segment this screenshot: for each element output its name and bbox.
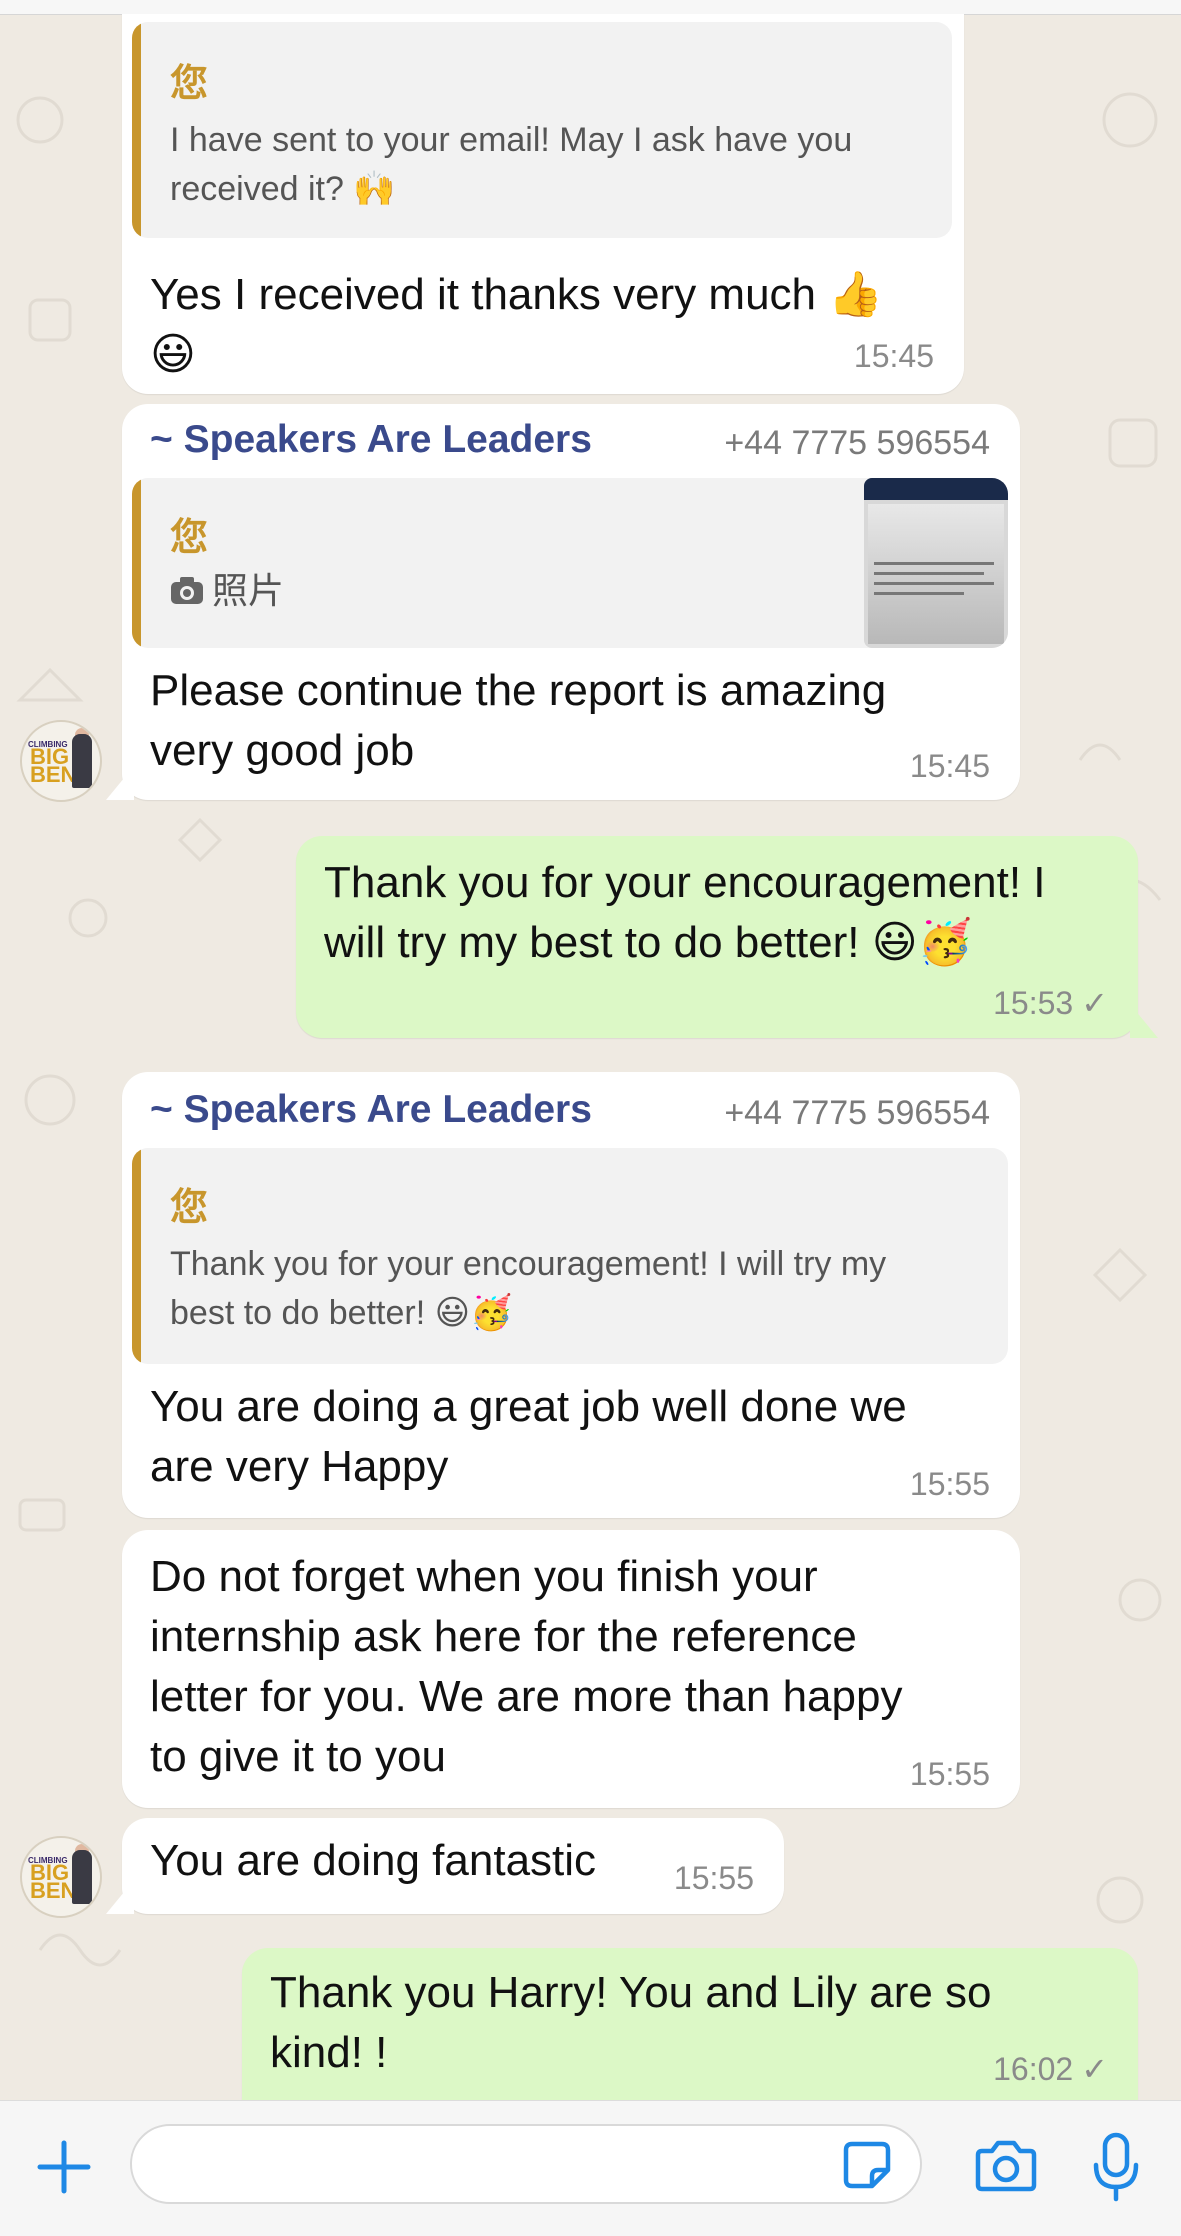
message-bubble-outgoing[interactable]: Thank you Harry! You and Lily are so kin…	[242, 1948, 1138, 2100]
sender-name[interactable]: ~ Speakers Are Leaders	[150, 1088, 592, 1132]
quoted-message[interactable]: 您 照片	[132, 478, 1008, 648]
message-text-line: to give it to you	[150, 1732, 446, 1781]
message-text-line: very good job	[150, 726, 415, 775]
quote-accent-bar	[132, 478, 141, 648]
bubble-tail	[1130, 1004, 1158, 1038]
message-bubble-incoming[interactable]: You are doing fantastic 15:55	[122, 1818, 784, 1914]
avatar-person-body	[72, 734, 92, 788]
header-edge	[0, 0, 1181, 15]
avatar-person-body	[72, 1850, 92, 1904]
camera-icon	[171, 577, 203, 604]
quote-text-line: best to do better! 😃🥳	[170, 1294, 513, 1332]
message-bubble-incoming[interactable]: Do not forget when you finish your inter…	[122, 1530, 1020, 1808]
avatar[interactable]: CLIMBING BIG BEN	[20, 1836, 102, 1918]
message-text-line: Do not forget when you finish your	[150, 1552, 818, 1601]
message-bubble-outgoing[interactable]: Thank you for your encouragement! I will…	[296, 836, 1138, 1038]
message-text-line: letter for you. We are more than happy	[150, 1672, 903, 1721]
message-text-line: Please continue the report is amazing	[150, 666, 887, 715]
quote-author: 您	[170, 1187, 209, 1229]
quote-text-line: received it? 🙌	[170, 170, 396, 208]
sender-phone: +44 7775 596554	[724, 424, 990, 462]
sent-check-icon: ✓	[1081, 2051, 1108, 2087]
quote-text-line: Thank you for your encouragement! I will…	[170, 1245, 887, 1283]
message-time: 15:55	[909, 1756, 990, 1792]
message-text-line: will try my best to do better! 😃🥳	[324, 918, 973, 967]
quote-media-label: 照片	[212, 570, 285, 611]
message-time: 15:45	[853, 338, 934, 374]
quote-text-line: I have sent to your email! May I ask hav…	[170, 121, 853, 159]
sent-check-icon: ✓	[1081, 985, 1108, 1021]
avatar-text: BIG BEN	[30, 1860, 77, 1903]
message-text-line: Thank you Harry! You and Lily are so	[270, 1968, 992, 2017]
sticker-icon[interactable]	[842, 2140, 892, 2190]
quote-author: 您	[170, 517, 209, 559]
avatar-text: BIG BEN	[30, 744, 77, 787]
message-text-line: Yes I received it thanks very much 👍	[150, 270, 884, 319]
message-bubble-incoming[interactable]: 您 I have sent to your email! May I ask h…	[122, 14, 964, 394]
message-time: 15:53 ✓	[993, 984, 1108, 1022]
plus-icon[interactable]	[36, 2139, 92, 2195]
message-bubble-incoming[interactable]: ~ Speakers Are Leaders +44 7775 596554 您…	[122, 1072, 1020, 1518]
bubble-tail	[106, 1880, 134, 1914]
message-text-line: internship ask here for the reference	[150, 1612, 857, 1661]
quote-accent-bar	[132, 1148, 141, 1364]
message-time-text: 16:02	[993, 2051, 1074, 2087]
message-time: 16:02 ✓	[993, 2050, 1108, 2088]
message-text-line: You are doing fantastic	[150, 1836, 597, 1885]
message-text-line: You are doing a great job well done we	[150, 1382, 907, 1431]
composer-bar	[0, 2100, 1181, 2236]
message-text-line: kind! !	[270, 2028, 388, 2077]
quoted-message[interactable]: 您 I have sent to your email! May I ask h…	[132, 22, 952, 238]
message-text-line: are very Happy	[150, 1442, 449, 1491]
message-time: 15:55	[673, 1860, 754, 1896]
microphone-icon[interactable]	[1090, 2131, 1142, 2203]
camera-icon[interactable]	[974, 2139, 1038, 2193]
sender-name[interactable]: ~ Speakers Are Leaders	[150, 418, 592, 462]
avatar[interactable]: CLIMBING BIG BEN	[20, 720, 102, 802]
message-time-text: 15:53	[993, 985, 1074, 1021]
quoted-message[interactable]: 您 Thank you for your encouragement! I wi…	[132, 1148, 1008, 1364]
sender-phone: +44 7775 596554	[724, 1094, 990, 1132]
message-time: 15:45	[909, 748, 990, 784]
message-bubble-incoming[interactable]: ~ Speakers Are Leaders +44 7775 596554 您…	[122, 404, 1020, 800]
quoted-photo-thumbnail[interactable]	[864, 478, 1008, 648]
bubble-tail	[106, 766, 134, 800]
message-input[interactable]	[130, 2124, 922, 2204]
quote-author: 您	[170, 63, 209, 105]
message-text-line: Thank you for your encouragement! I	[324, 858, 1046, 907]
message-time: 15:55	[909, 1466, 990, 1502]
message-text-line: 😃	[150, 330, 196, 379]
quote-accent-bar	[132, 22, 141, 238]
